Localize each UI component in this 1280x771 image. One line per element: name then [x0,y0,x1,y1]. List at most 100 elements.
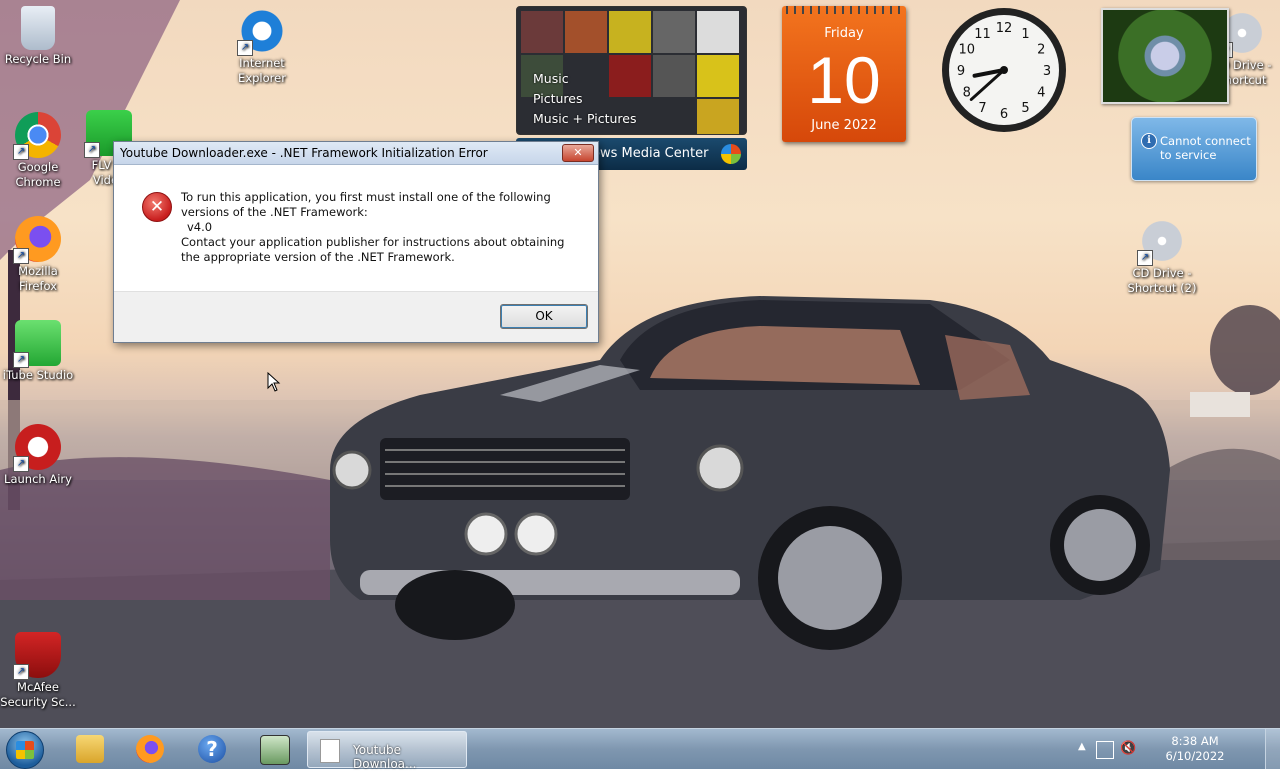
dialog-version: v4.0 [187,220,213,234]
windows-logo-icon [16,741,34,759]
clock-numeral: 4 [1037,86,1045,101]
shortcut-arrow-icon: ↗ [13,664,29,680]
tray-time: 8:38 AM [1171,734,1219,748]
recycle-bin-icon [21,6,55,50]
volume-muted-icon[interactable]: 🔇 [1120,741,1136,756]
clock-numeral: 5 [1021,101,1029,116]
taskbar-window-label: Youtube Downloa... [353,743,417,771]
shortcut-arrow-icon: ↗ [1137,250,1153,266]
media-tile [653,55,695,97]
show-desktop-button[interactable] [1265,729,1280,769]
calendar-day: 10 [807,43,881,117]
clock-numeral: 3 [1043,64,1051,79]
desktop-icon-cd-drive-shortcut-2[interactable]: ↗ CD Drive - Shortcut (2) [1124,218,1200,296]
desktop-icon-label: McAfee Security Sc... [0,680,76,709]
ok-button[interactable]: OK [500,304,588,329]
show-hidden-icons-icon[interactable]: ▲ [1078,741,1086,752]
desktop-icon-label: Recycle Bin [4,52,72,66]
start-button[interactable] [6,731,44,769]
cd-drive-icon: ↗ [1137,218,1185,266]
dialog-message-line2: Contact your application publisher for i… [181,235,565,264]
desktop-icon-label: iTube Studio [2,368,74,382]
dialog-message: To run this application, you first must … [181,190,581,265]
media-center-menu: Music Pictures Music + Pictures [533,69,637,129]
clock-numeral: 8 [963,86,971,101]
calendar-gadget[interactable]: Friday 10 June 2022 [782,6,906,142]
media-tile [697,11,739,53]
desktop-icon-label: Google Chrome [15,160,61,189]
slideshow-gadget-photo[interactable] [1101,8,1229,104]
error-icon: ✕ [142,192,172,222]
system-tray: ▲ 🔇 8:38 AM 6/10/2022 [1070,731,1230,767]
error-dialog[interactable]: Youtube Downloader.exe - .NET Framework … [113,141,599,343]
clock-numeral: 10 [958,43,975,58]
desktop-icon-label: Internet Explorer [238,56,286,85]
taskbar-pin-firefox[interactable] [124,732,174,766]
taskbar-pin-network[interactable] [248,732,298,766]
media-tile [697,55,739,97]
taskbar-pin-explorer[interactable] [64,732,114,766]
shortcut-arrow-icon: ↗ [13,144,29,160]
weather-gadget[interactable]: i Cannot connect to service [1131,117,1257,181]
close-button[interactable]: ✕ [562,144,594,162]
shortcut-arrow-icon: ↗ [84,142,100,158]
document-icon [320,739,340,763]
shortcut-arrow-icon: ↗ [13,352,29,368]
dialog-footer: OK [114,291,598,342]
chrome-icon: ↗ [13,112,61,160]
desktop-icon-label: CD Drive - Shortcut (2) [1127,266,1197,295]
tray-date: 6/10/2022 [1165,749,1225,763]
clock-numeral: 1 [1021,27,1029,42]
weather-message: Cannot connect to service [1160,134,1251,162]
media-tiles[interactable]: Music Pictures Music + Pictures [516,6,747,135]
desktop-icon-mcafee[interactable]: ↗ McAfee Security Sc... [0,632,76,710]
windows-logo-icon [721,144,741,164]
airy-icon: ↗ [13,424,61,472]
media-tile [609,11,651,53]
clock-numeral: 2 [1037,43,1045,58]
desktop-icon-label: Launch Airy [4,472,72,486]
clock-numeral: 9 [957,64,965,79]
desktop-icon-itube-studio[interactable]: ↗ iTube Studio [0,320,76,383]
media-tile [565,11,607,53]
firefox-icon: ↗ [13,216,61,264]
calendar-weekday: Friday [824,26,864,41]
clock-numeral: 6 [1000,107,1008,122]
clock-gadget[interactable]: 1234567891011 12 [940,6,1068,134]
shortcut-arrow-icon: ↗ [237,40,253,56]
desktop-icon-label: Mozilla Firefox [18,264,58,293]
shortcut-arrow-icon: ↗ [13,456,29,472]
media-tile [653,11,695,53]
dialog-titlebar[interactable]: Youtube Downloader.exe - .NET Framework … [114,142,598,165]
media-tile [697,99,739,134]
help-icon: ? [198,735,226,763]
mouse-cursor-icon [267,372,281,392]
internet-explorer-icon: ↗ [237,8,285,56]
info-icon: i [1141,133,1157,149]
media-center-label: ows Media Center [592,146,709,161]
desktop-icon-launch-airy[interactable]: ↗ Launch Airy [0,424,76,487]
desktop-icon-recycle-bin[interactable]: Recycle Bin [0,6,76,67]
network-monitor-icon [260,735,290,765]
media-menu-item-music-pictures[interactable]: Music + Pictures [533,109,637,129]
taskbar: ? Youtube Downloa... ▲ 🔇 8:38 AM 6/10/20… [0,728,1280,771]
media-menu-item-pictures[interactable]: Pictures [533,89,637,109]
dialog-message-line1: To run this application, you first must … [181,190,551,219]
mcafee-shield-icon: ↗ [13,632,61,680]
taskbar-pin-help[interactable]: ? [186,732,236,766]
calendar-month-year: June 2022 [811,118,877,133]
clock-numeral: 11 [974,27,991,42]
taskbar-active-window[interactable]: Youtube Downloa... [307,731,467,771]
media-tile [521,11,563,53]
itube-download-icon: ↗ [13,320,61,368]
dialog-title: Youtube Downloader.exe - .NET Framework … [120,146,488,160]
media-menu-item-music[interactable]: Music [533,69,637,89]
tray-clock[interactable]: 8:38 AM 6/10/2022 [1160,734,1230,764]
desktop-icon-internet-explorer[interactable]: ↗ Internet Explorer [224,8,300,86]
calendar-rings [786,6,902,14]
shortcut-arrow-icon: ↗ [13,248,29,264]
network-icon[interactable] [1096,741,1114,759]
folder-icon [76,735,104,763]
desktop-icon-mozilla-firefox[interactable]: ↗ Mozilla Firefox [0,216,76,294]
desktop-icon-google-chrome[interactable]: ↗ Google Chrome [0,112,76,190]
